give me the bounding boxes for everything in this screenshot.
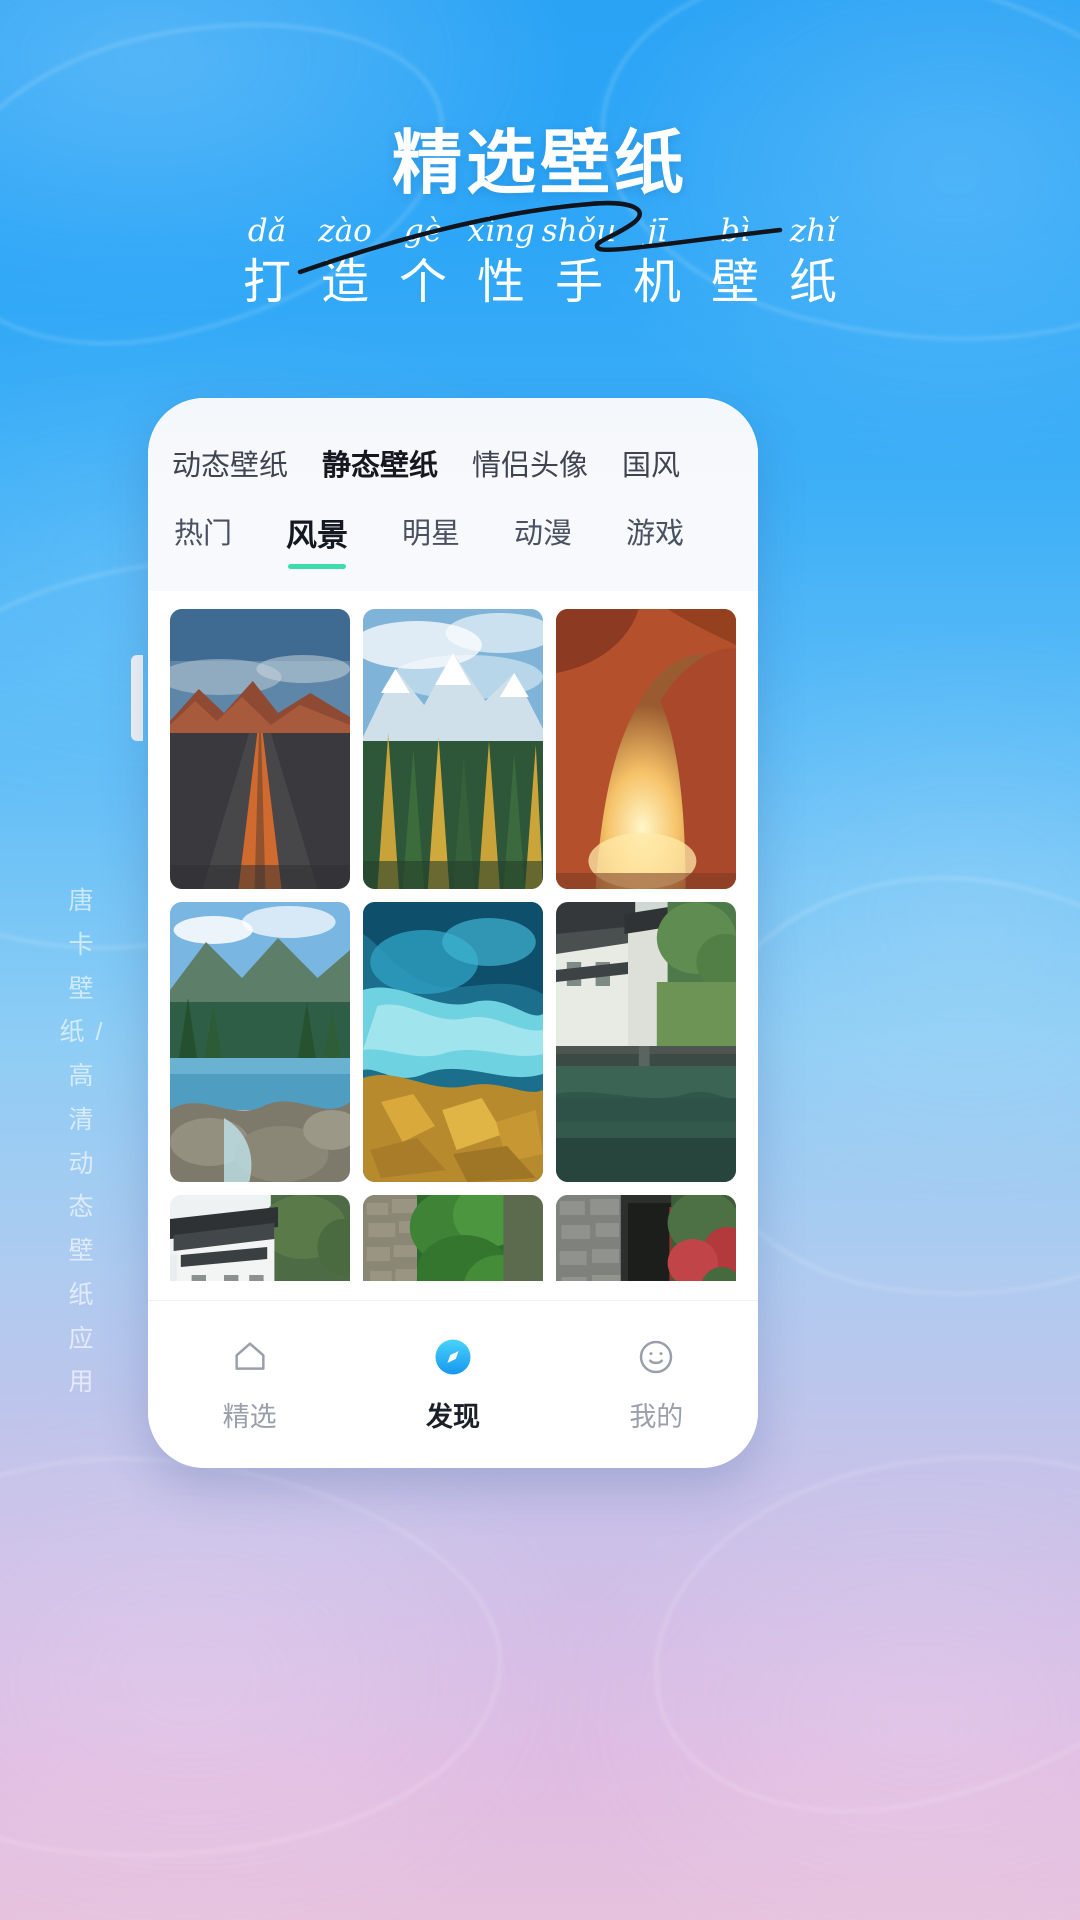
tab-chinese-style[interactable]: 国风: [622, 442, 680, 484]
wallpaper-thumb-white-wall-village[interactable]: [170, 1195, 350, 1281]
nav-label: 发现: [425, 1402, 480, 1433]
category-tab-label: 热门: [174, 516, 233, 550]
tab-indicator: [626, 561, 684, 566]
category-tab-scenery[interactable]: 风景: [286, 510, 348, 569]
compass-icon: [431, 1335, 475, 1379]
tab-indicator: [514, 561, 572, 566]
nav-label: 精选: [222, 1402, 277, 1433]
nav-item-featured[interactable]: 精选: [149, 1335, 350, 1434]
category-tab-label: 动漫: [514, 516, 573, 550]
side-vertical-caption: 唐卡壁纸 / 高清动态壁纸应用: [59, 887, 105, 1397]
phone-side-button: [131, 655, 143, 741]
wallpaper-thumb-canal-town-houses[interactable]: [556, 902, 736, 1182]
tab-couple-avatar[interactable]: 情侣头像: [472, 442, 588, 484]
wallpaper-grid: [170, 609, 736, 1281]
tab-indicator-active: [288, 564, 347, 569]
nav-label: 我的: [629, 1402, 684, 1433]
category-tab-label: 风景: [286, 518, 349, 554]
nav-item-discover[interactable]: 发现: [352, 1335, 553, 1434]
category-tab-label: 游戏: [626, 516, 685, 550]
category-tab-bar: 热门 风景 明星 动漫 游戏: [148, 484, 758, 591]
wallpaper-thumb-stone-alley-green[interactable]: [363, 1195, 543, 1281]
tab-static-wallpaper[interactable]: 静态壁纸: [322, 442, 438, 484]
wallpaper-thumb-alpine-lake-rocks[interactable]: [170, 902, 350, 1182]
tab-indicator: [174, 561, 232, 566]
tab-dynamic-wallpaper[interactable]: 动态壁纸: [172, 442, 288, 484]
nav-item-mine[interactable]: 我的: [556, 1335, 757, 1434]
wallpaper-thumb-snowy-mountain-forest[interactable]: [363, 609, 543, 889]
category-tab-anime[interactable]: 动漫: [514, 510, 572, 566]
wallpaper-thumb-turquoise-waterfall[interactable]: [363, 902, 543, 1182]
smiley-icon: [634, 1335, 678, 1379]
category-tab-games[interactable]: 游戏: [626, 510, 684, 566]
home-icon: [228, 1335, 272, 1379]
category-tab-celebrity[interactable]: 明星: [402, 510, 460, 566]
category-tab-label: 明星: [402, 516, 461, 550]
wallpaper-thumb-desert-highway[interactable]: [170, 609, 350, 889]
wallpaper-grid-container: [148, 591, 758, 1281]
bottom-navigation-bar: 精选 发现 我的: [148, 1300, 758, 1468]
phone-mockup: 动态壁纸 静态壁纸 情侣头像 国风 热门 风景 明星 动漫 游戏 精选 发现 我…: [148, 398, 758, 1468]
poster-hero: 精选壁纸 dǎ 打 zào 造 gè 个 xìng 性 shǒu 手 jī 机 …: [0, 0, 1080, 311]
category-tab-hot[interactable]: 热门: [174, 510, 232, 566]
primary-tab-bar: 动态壁纸 静态壁纸 情侣头像 国风: [148, 398, 758, 484]
swoosh-underline-decoration: [297, 200, 783, 275]
tab-indicator: [402, 561, 460, 566]
wallpaper-thumb-red-rock-arch-sunset[interactable]: [556, 609, 736, 889]
wallpaper-thumb-stone-lane-doorway[interactable]: [556, 1195, 736, 1281]
